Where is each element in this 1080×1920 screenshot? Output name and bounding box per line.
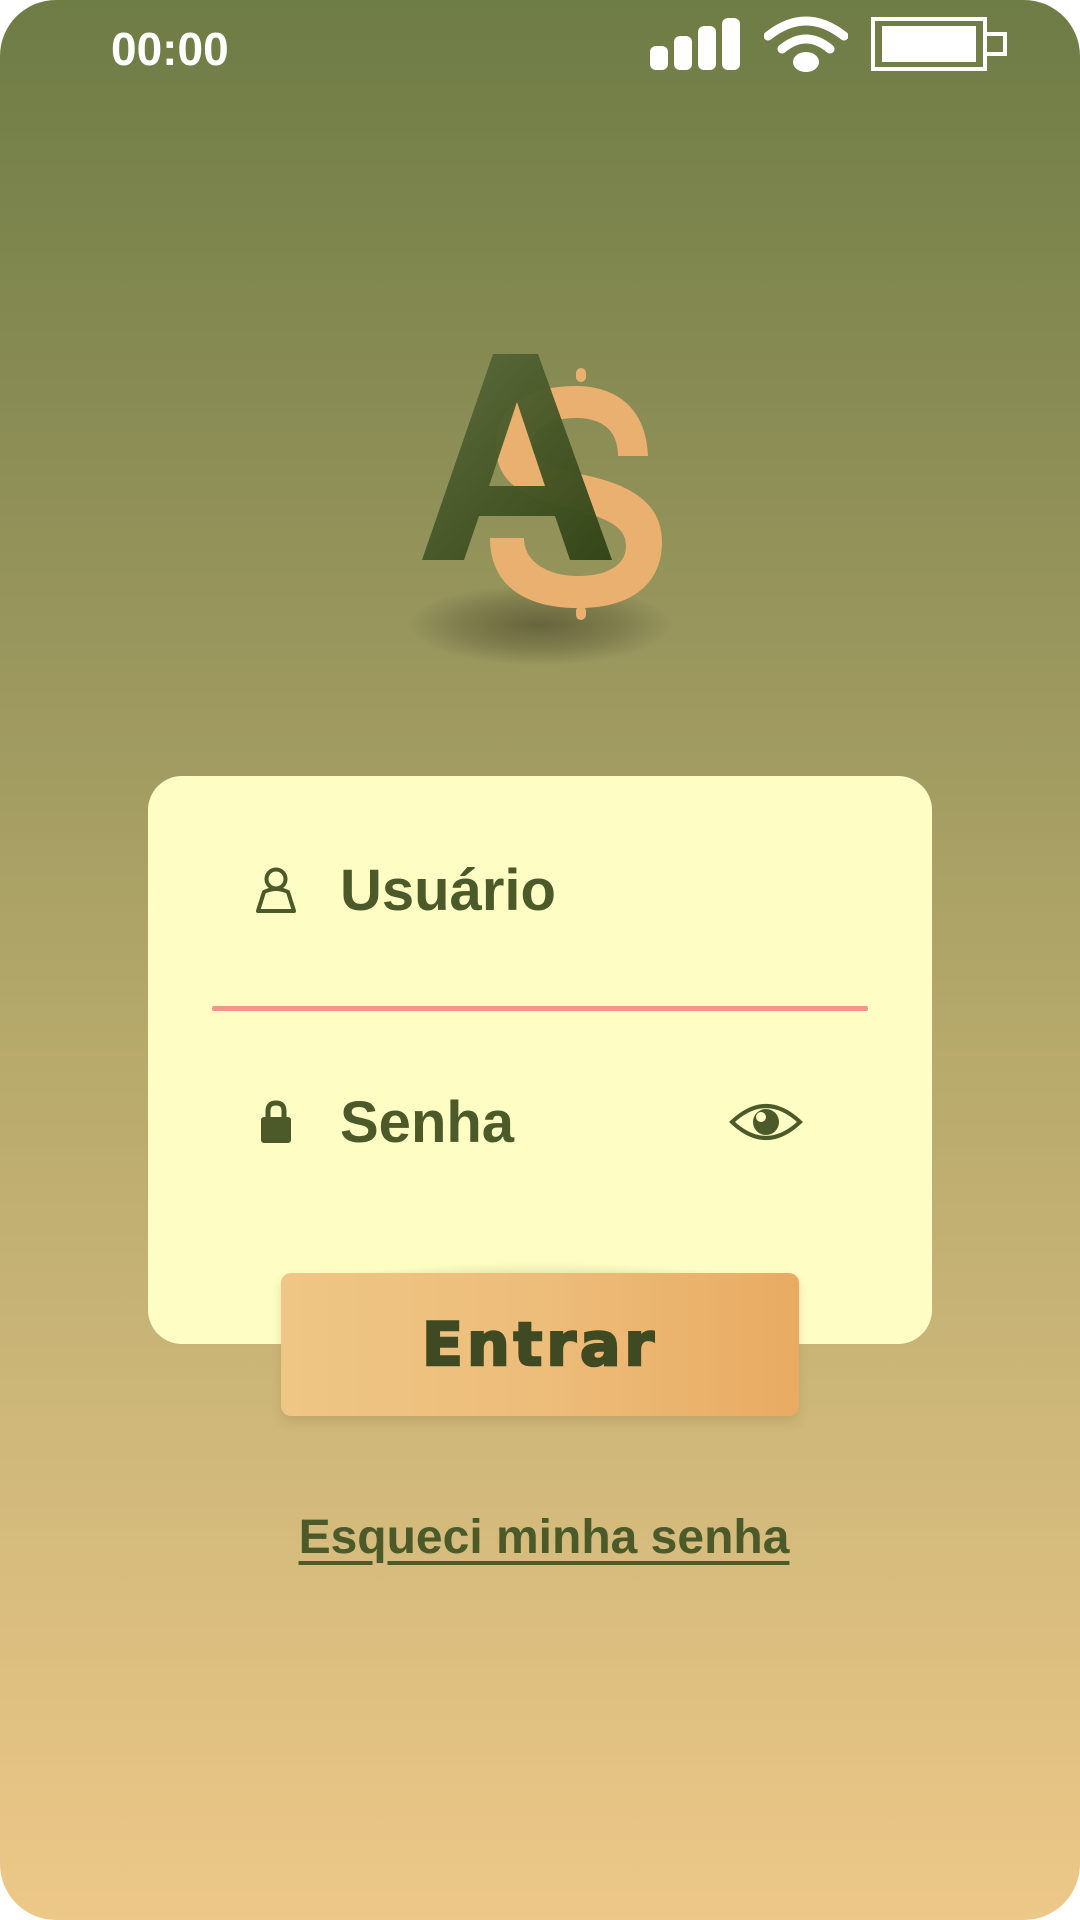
app-logo: [400, 340, 690, 690]
field-divider: [212, 1006, 868, 1011]
login-button-label: Entrar: [421, 1308, 659, 1381]
login-button[interactable]: Entrar: [281, 1273, 799, 1416]
lock-icon: [252, 1096, 300, 1148]
eye-icon[interactable]: [728, 1100, 804, 1144]
user-icon: [252, 864, 300, 916]
password-placeholder: Senha: [340, 1089, 515, 1155]
signal-icon: [650, 18, 742, 70]
password-field[interactable]: Senha: [148, 1072, 932, 1172]
username-field[interactable]: Usuário: [148, 840, 932, 940]
battery-icon: [870, 16, 1010, 72]
status-time: 00:00: [111, 23, 229, 75]
login-screen: 00:00 Usuário Senha Entrar Esqueci minha…: [0, 0, 1080, 1920]
forgot-password-link[interactable]: Esqueci minha senha: [288, 1510, 800, 1565]
username-placeholder: Usuário: [340, 857, 556, 923]
status-icons: [650, 16, 1010, 72]
wifi-icon: [764, 16, 848, 72]
